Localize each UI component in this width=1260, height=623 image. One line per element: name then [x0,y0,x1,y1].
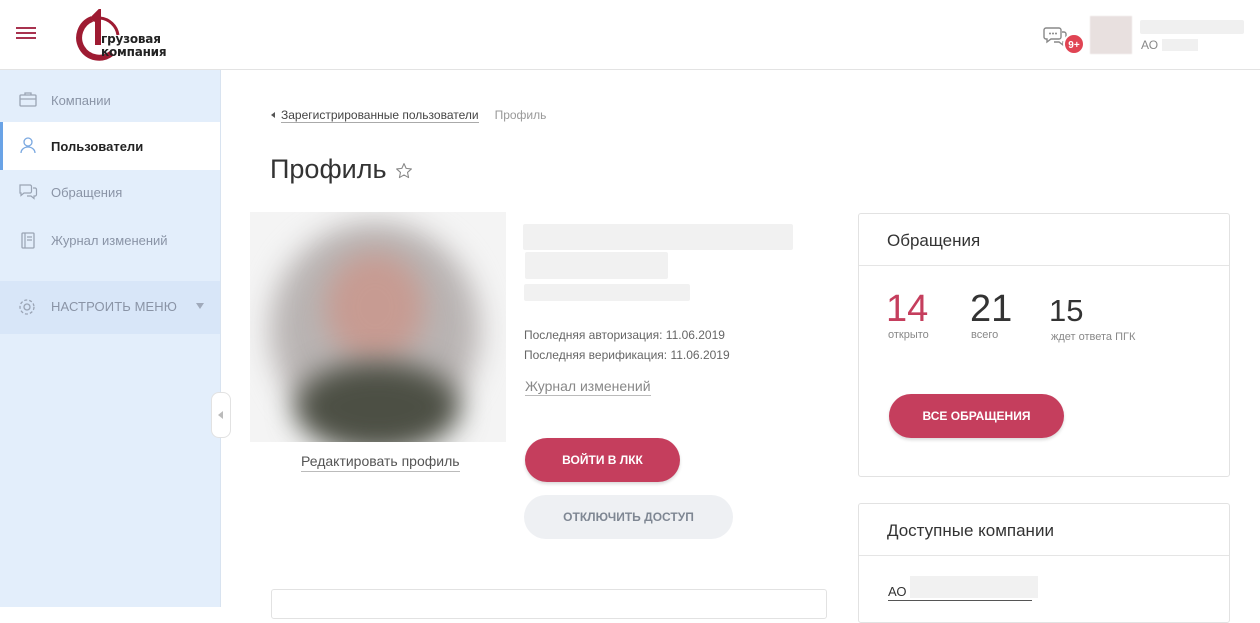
login-lkk-button[interactable]: ВОЙТИ В ЛКК [525,438,680,482]
profile-photo [250,212,506,442]
sidebar-item-label: Обращения [51,184,123,200]
sidebar: Компании Пользователи Обращения Журнал и… [0,70,221,607]
gear-icon [19,299,35,315]
card-header: Обращения [859,214,1229,266]
stat-total-label: всего [971,329,999,341]
all-requests-button[interactable]: ВСЕ ОБРАЩЕНИЯ [889,394,1064,438]
company-link[interactable]: АО [888,576,1038,601]
sidebar-item-companies[interactable]: Компании [0,77,220,123]
configure-menu-label: НАСТРОИТЬ МЕНЮ [51,299,178,314]
notification-badge: 9+ [1063,33,1085,55]
user-org-label: АО [1141,38,1159,52]
journal-icon [21,232,35,249]
last-auth-text: Последняя авторизация: 11.06.2019 [524,328,725,342]
requests-card: Обращения 14 открыто 21 всего 15 ждет от… [858,213,1230,477]
sidebar-item-requests[interactable]: Обращения [0,169,220,215]
card-header: Доступные компании [859,504,1229,556]
sidebar-item-journal[interactable]: Журнал изменений [0,217,220,263]
sidebar-item-label: Журнал изменений [51,232,168,248]
breadcrumb: Зарегистрированные пользователи Профиль [271,108,547,123]
user-name-redacted [1140,20,1244,34]
sidebar-item-users[interactable]: Пользователи [0,122,220,170]
journal-link[interactable]: Журнал изменений [525,378,651,396]
stat-waiting-label: ждет ответа ПГК [1051,331,1136,343]
favorite-star-icon[interactable] [395,162,413,180]
chevron-down-icon [196,303,204,309]
configure-menu-button[interactable]: НАСТРОИТЬ МЕНЮ [0,281,220,334]
breadcrumb-parent-link[interactable]: Зарегистрированные пользователи [281,108,479,123]
profile-name-redacted [523,224,793,250]
profile-email-redacted [524,284,690,301]
additional-card [271,589,827,619]
profile-subtitle-redacted [525,252,668,279]
company-prefix: АО [888,584,907,599]
stat-waiting-value: 15 [1049,293,1084,328]
user-org-redacted [1162,39,1198,51]
stat-total-value: 21 [970,288,1013,330]
card-title: Доступные компании [887,521,1054,540]
stat-open-value: 14 [886,288,929,330]
card-title: Обращения [887,231,981,250]
disable-access-button[interactable]: ОТКЛЮЧИТЬ ДОСТУП [524,495,733,539]
sidebar-item-label: Компании [51,92,111,108]
page-title: Профиль [270,154,387,184]
back-arrow-icon [271,112,275,118]
user-avatar[interactable] [1090,16,1132,54]
menu-icon[interactable] [16,27,36,43]
briefcase-icon [19,92,37,107]
top-header: грузовая компания 9+ АО [0,0,1260,70]
sidebar-collapse-button[interactable] [211,392,231,438]
edit-profile-link[interactable]: Редактировать профиль [301,453,460,472]
stat-open-label: открыто [888,329,929,341]
logo-text: грузовая компания [101,32,167,59]
sidebar-item-label: Пользователи [51,138,144,154]
last-verify-text: Последняя верификация: 11.06.2019 [524,348,730,362]
company-name-redacted [910,576,1038,598]
notifications-button[interactable]: 9+ [1043,23,1085,55]
breadcrumb-current: Профиль [494,108,547,122]
user-icon [20,137,36,154]
chat-icon [19,184,38,200]
companies-card: Доступные компании АО [858,503,1230,623]
